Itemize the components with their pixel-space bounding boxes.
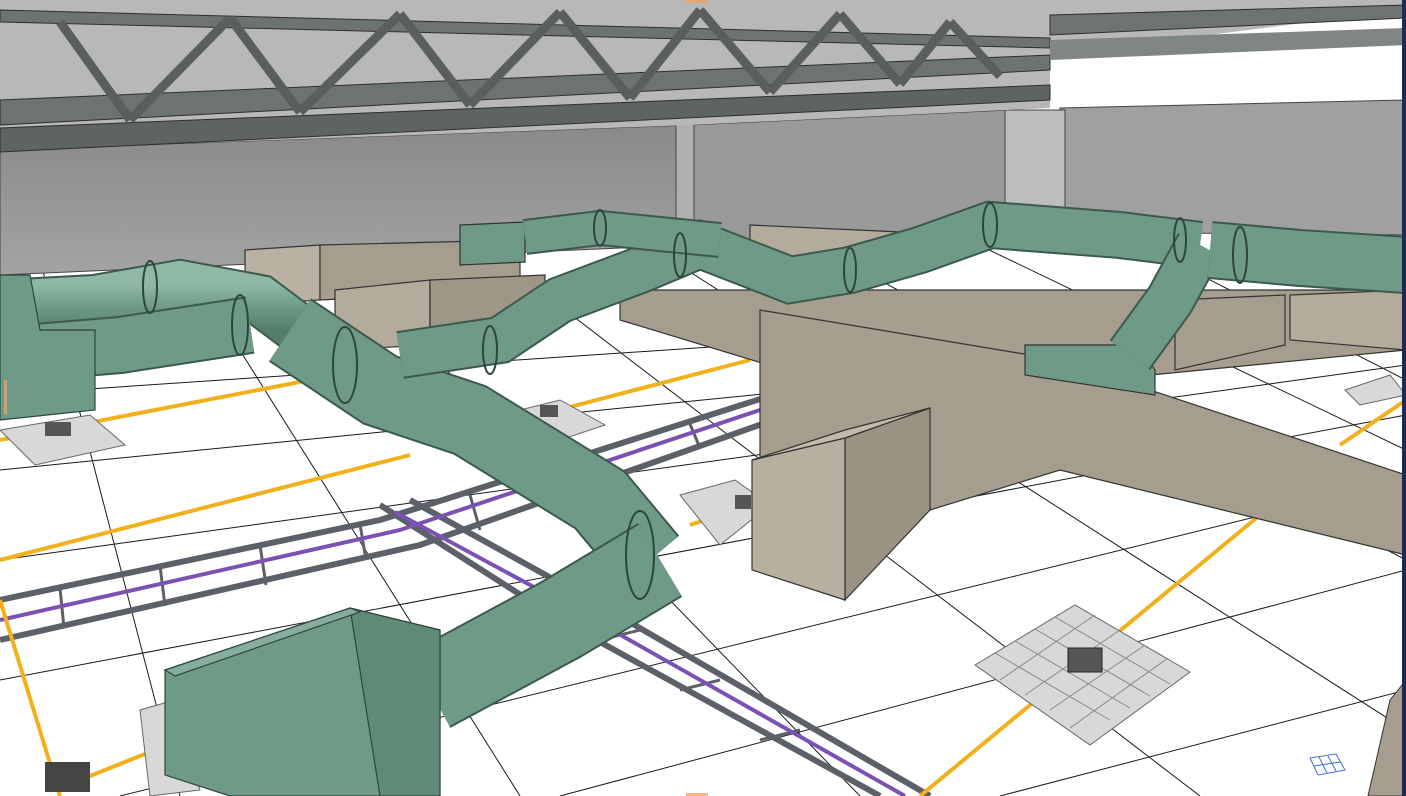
selection-marker-top: [686, 0, 708, 3]
floor-device: [45, 422, 71, 436]
floor-device: [540, 405, 558, 417]
floor-device: [45, 762, 90, 792]
floor-device: [1067, 647, 1103, 673]
floor-device: [735, 495, 751, 509]
viewport-border: [1402, 0, 1406, 796]
3d-viewport[interactable]: [0, 0, 1406, 796]
selection-marker-left: [4, 380, 7, 414]
model-scene[interactable]: [0, 0, 1406, 796]
